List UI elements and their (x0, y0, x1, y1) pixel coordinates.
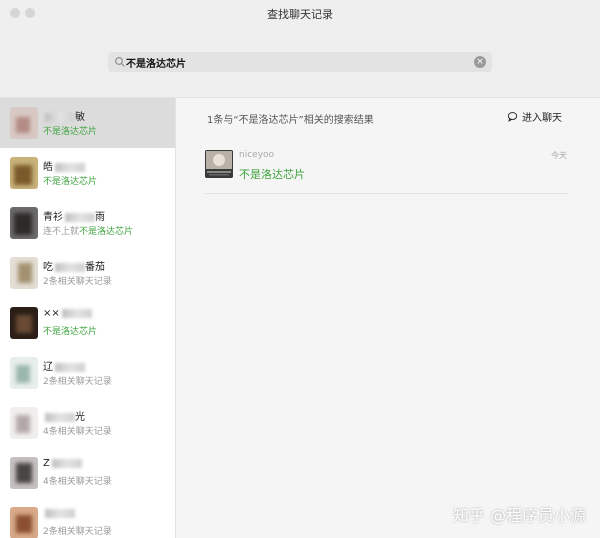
clear-search-icon[interactable]: × (474, 56, 486, 68)
result-sender: niceyoo (239, 150, 275, 160)
list-item[interactable]: ×× 不是洛达芯片 (0, 298, 175, 348)
contact-name-tail: 光 (75, 412, 85, 423)
search-input[interactable]: 不是洛达芯片 × (108, 52, 492, 72)
contact-name: Z (43, 458, 50, 469)
list-item[interactable]: 敏 不是洛达芯片 (0, 98, 175, 148)
list-item[interactable]: 青衫 雨 连不上就不是洛达芯片 (0, 198, 175, 248)
contact-name: 吃 (43, 262, 53, 273)
enter-chat-button[interactable]: 进入聊天 (507, 109, 562, 124)
avatar (10, 357, 38, 389)
list-item[interactable]: 吃 番茄 2条相关聊天记录 (0, 248, 175, 298)
list-item[interactable]: 皓 不是洛达芯片 (0, 148, 175, 198)
avatar (10, 157, 38, 189)
watermark: 知乎 @程序员小源 (452, 506, 586, 525)
contact-name-tail: 雨 (95, 212, 105, 223)
list-item[interactable]: Z 4条相关聊天记录 (0, 448, 175, 498)
related-count: 2条相关聊天记录 (43, 377, 112, 387)
search-value: 不是洛达芯片 (126, 59, 186, 70)
list-item[interactable]: 光 4条相关聊天记录 (0, 398, 175, 448)
avatar (10, 457, 38, 489)
window-title: 查找聊天记录 (267, 8, 333, 21)
contact-name-tail: 番茄 (85, 262, 105, 273)
list-item[interactable]: 辽 2条相关聊天记录 (0, 348, 175, 398)
contact-list[interactable]: 敏 不是洛达芯片 皓 不是洛达芯片 青衫雨 连不上就不是洛达芯片 吃番茄 2条相… (0, 98, 176, 538)
avatar (10, 257, 38, 289)
result-time: 今天 (551, 151, 567, 160)
related-count: 2条相关聊天记录 (43, 527, 112, 537)
avatar (10, 107, 38, 139)
contact-name: 皓 (43, 162, 53, 173)
message-prefix: 连不上就 (43, 227, 80, 237)
result-message: 不是洛达芯片 (239, 168, 305, 181)
related-count: 4条相关聊天记录 (43, 477, 112, 487)
contact-name: 青衫 (43, 212, 63, 223)
match-text: 不是洛达芯片 (79, 227, 134, 237)
window-titlebar: 查找聊天记录 (0, 0, 600, 28)
avatar (10, 207, 38, 239)
enter-chat-label: 进入聊天 (522, 113, 562, 124)
contact-name: 辽 (43, 362, 53, 373)
result-count: 1条与“不是洛达芯片”相关的搜索结果 (207, 115, 374, 126)
match-text: 不是洛达芯片 (43, 177, 98, 187)
result-item[interactable]: niceyoo 不是洛达芯片 今天 (205, 146, 569, 194)
match-text: 不是洛达芯片 (43, 327, 98, 337)
avatar (10, 407, 38, 439)
related-count: 2条相关聊天记录 (43, 277, 112, 287)
related-count: 4条相关聊天记录 (43, 427, 112, 437)
match-text: 不是洛达芯片 (43, 127, 98, 137)
chat-bubble-icon (507, 112, 518, 122)
list-item[interactable]: 2条相关聊天记录 (0, 498, 175, 538)
avatar-image (205, 150, 233, 178)
search-area: 不是洛达芯片 × (0, 28, 600, 98)
avatar (10, 307, 38, 339)
avatar (205, 150, 233, 178)
contact-name: ×× (43, 308, 60, 319)
search-icon (115, 57, 125, 67)
avatar (10, 507, 38, 538)
search-results-panel: 1条与“不是洛达芯片”相关的搜索结果 进入聊天 niceyoo 不是洛达芯片 今… (177, 98, 600, 538)
contact-name: 敏 (75, 112, 85, 123)
